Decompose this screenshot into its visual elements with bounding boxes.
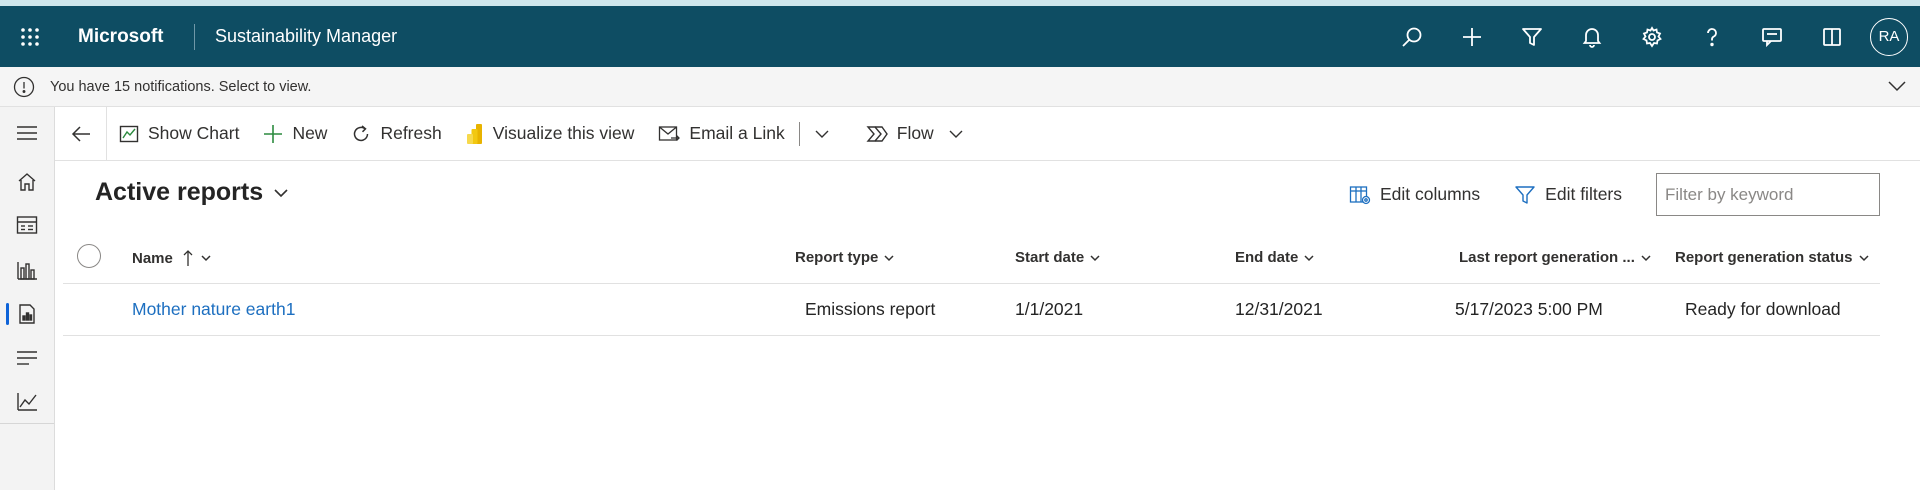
chevron-down-icon xyxy=(1859,254,1869,261)
refresh-label: Refresh xyxy=(380,123,442,143)
edit-columns-button[interactable]: Edit columns xyxy=(1349,184,1480,205)
sort-ascending-icon xyxy=(183,250,193,266)
visualize-view-label: Visualize this view xyxy=(492,123,635,143)
chevron-down-icon[interactable] xyxy=(273,187,289,199)
bar-chart-icon[interactable] xyxy=(0,252,54,288)
status-cell: Ready for download xyxy=(1685,299,1841,319)
brand-name[interactable]: Microsoft xyxy=(78,26,178,48)
report-name-link[interactable]: Mother nature earth1 xyxy=(132,299,295,320)
table-row[interactable]: Mother nature earth1 Emissions report 1/… xyxy=(63,284,1880,336)
hamburger-menu-icon[interactable] xyxy=(0,115,54,151)
visualize-view-button[interactable]: Visualize this view xyxy=(454,107,647,160)
sidebar xyxy=(0,107,55,490)
filter-keyword-input[interactable] xyxy=(1656,173,1880,216)
chevron-down-icon[interactable] xyxy=(1886,75,1908,101)
filter-icon[interactable] xyxy=(1502,6,1562,67)
chevron-down-icon xyxy=(884,254,894,261)
table-header: Name Report type Start date End date Las… xyxy=(63,236,1880,284)
info-icon xyxy=(12,75,36,99)
column-label: Last report generation ... xyxy=(1459,249,1635,266)
refresh-button[interactable]: Refresh xyxy=(339,107,453,160)
show-chart-label: Show Chart xyxy=(148,123,240,143)
column-label: End date xyxy=(1235,249,1299,266)
notification-text[interactable]: You have 15 notifications. Select to vie… xyxy=(50,79,311,95)
report-type-cell: Emissions report xyxy=(805,299,936,319)
new-button[interactable]: New xyxy=(251,107,339,160)
column-header-end-date[interactable]: End date xyxy=(1235,249,1315,266)
notification-bar[interactable]: You have 15 notifications. Select to vie… xyxy=(0,67,1920,107)
column-header-start-date[interactable]: Start date xyxy=(1015,249,1101,266)
reports-icon[interactable] xyxy=(0,296,54,332)
header-actions: RA xyxy=(1382,6,1920,67)
show-chart-button[interactable]: Show Chart xyxy=(107,107,251,160)
column-header-name[interactable]: Name xyxy=(132,249,212,267)
edit-filters-label: Edit filters xyxy=(1545,184,1622,204)
flow-button[interactable]: Flow xyxy=(854,107,946,160)
add-icon[interactable] xyxy=(1442,6,1502,67)
view-selector[interactable]: Active reports xyxy=(95,178,289,207)
start-date-cell: 1/1/2021 xyxy=(1015,299,1084,319)
column-header-last-report-generation[interactable]: Last report generation ... xyxy=(1459,249,1652,266)
gear-icon[interactable] xyxy=(1622,6,1682,67)
command-bar: Show Chart New Refresh Visualize this vi… xyxy=(55,107,1920,161)
home-icon[interactable] xyxy=(0,164,54,200)
last-generation-cell: 5/17/2023 5:00 PM xyxy=(1455,299,1603,319)
column-label: Start date xyxy=(1015,249,1085,266)
email-link-label: Email a Link xyxy=(689,123,785,143)
app-name[interactable]: Sustainability Manager xyxy=(215,26,397,47)
bell-icon[interactable] xyxy=(1562,6,1622,67)
calculator-icon[interactable] xyxy=(0,207,54,243)
header-divider xyxy=(194,23,195,50)
end-date-cell: 12/31/2021 xyxy=(1235,299,1323,319)
email-link-button[interactable]: Email a Link xyxy=(646,107,796,160)
edit-columns-label: Edit columns xyxy=(1379,184,1481,204)
column-label: Report type xyxy=(795,249,879,266)
avatar[interactable]: RA xyxy=(1870,17,1908,56)
feedback-icon[interactable] xyxy=(1742,6,1802,67)
app-header: Microsoft Sustainability Manager RA xyxy=(0,6,1920,67)
app-launcher-icon[interactable] xyxy=(0,6,60,67)
flow-label: Flow xyxy=(896,123,934,143)
page-title[interactable]: Active reports xyxy=(95,178,263,207)
column-label: Report generation status xyxy=(1675,249,1853,266)
select-all-checkbox[interactable] xyxy=(77,244,101,268)
chevron-down-icon xyxy=(1641,254,1651,261)
view-actions: Edit columns Edit filters xyxy=(1349,172,1920,217)
sidebar-divider xyxy=(0,423,54,424)
more-commands-chevron-icon[interactable] xyxy=(804,107,840,160)
column-label: Name xyxy=(132,249,173,267)
back-arrow-icon[interactable] xyxy=(55,107,107,160)
column-header-report-type[interactable]: Report type xyxy=(795,249,895,266)
help-icon[interactable] xyxy=(1682,6,1742,67)
list-icon[interactable] xyxy=(0,340,54,376)
book-icon[interactable] xyxy=(1802,6,1862,67)
search-icon[interactable] xyxy=(1382,6,1442,67)
new-label: New xyxy=(292,123,328,143)
edit-filters-button[interactable]: Edit filters xyxy=(1514,184,1622,205)
chevron-down-icon xyxy=(1304,254,1314,261)
chevron-down-icon xyxy=(1090,254,1100,261)
column-header-report-generation-status[interactable]: Report generation status xyxy=(1675,249,1870,266)
command-separator xyxy=(798,121,800,146)
flow-chevron-down-icon[interactable] xyxy=(946,107,974,160)
chevron-down-icon xyxy=(201,255,211,262)
line-chart-icon[interactable] xyxy=(0,383,54,419)
